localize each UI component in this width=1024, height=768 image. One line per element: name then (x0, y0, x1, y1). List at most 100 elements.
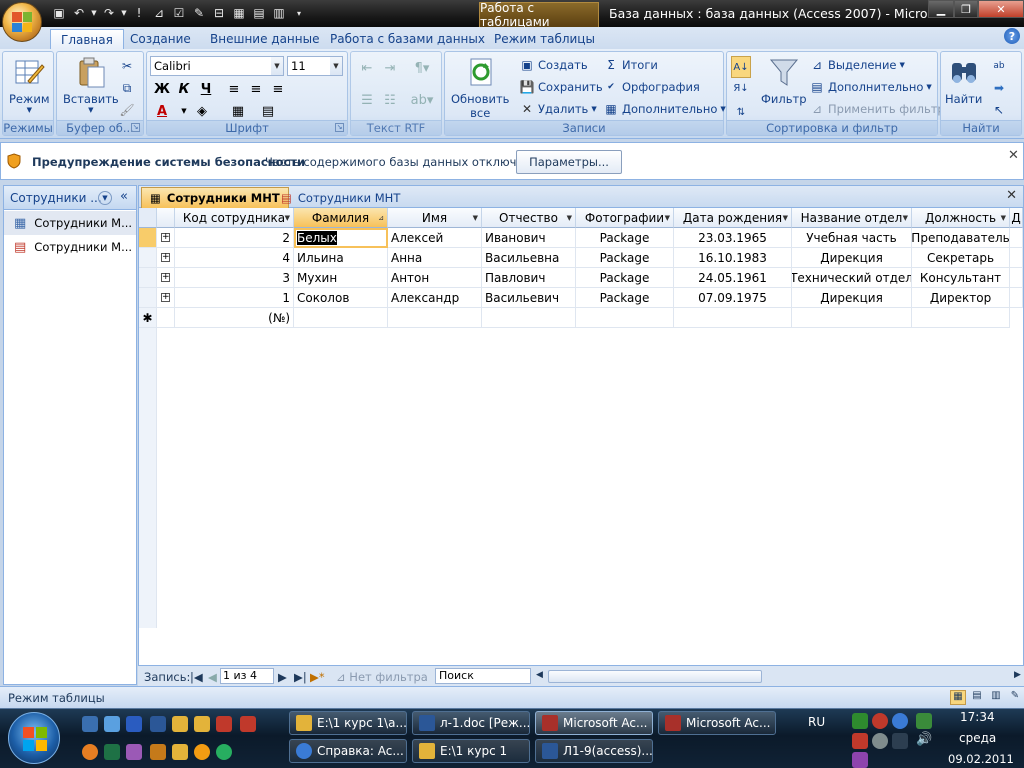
filter-button[interactable]: Фильтр (761, 55, 807, 106)
design-view-icon[interactable]: ✎ (1007, 690, 1023, 705)
column-header[interactable]: Дата рождения ▼ (674, 208, 792, 228)
chevron-down-icon[interactable]: ▼ (473, 214, 478, 222)
media-icon[interactable] (216, 716, 232, 732)
close-button[interactable]: ✕ (978, 0, 1024, 18)
row-selector[interactable] (139, 228, 157, 248)
table-cell[interactable] (792, 308, 912, 328)
increase-indent-icon[interactable]: ⇥ (379, 58, 401, 78)
query-icon[interactable]: ▥ (270, 4, 288, 22)
sort-descending-button[interactable]: Я↓ (731, 80, 751, 96)
font-size-combo[interactable]: 11 ▼ (287, 56, 343, 76)
table-cell[interactable]: Алексей (388, 228, 482, 248)
row-selector[interactable] (139, 248, 157, 268)
selection-button[interactable]: ⊿ Выделение ▼ (809, 57, 905, 73)
table-cell[interactable]: Александр (388, 288, 482, 308)
excel-icon[interactable] (104, 744, 120, 760)
clear-sort-button[interactable]: ⇅ (731, 104, 751, 120)
row-selector[interactable] (139, 268, 157, 288)
table-cell[interactable]: Васильевич (482, 288, 576, 308)
security-options-button[interactable]: Параметры... (516, 150, 622, 174)
word-icon[interactable] (150, 716, 166, 732)
help-icon[interactable]: ? (1004, 28, 1020, 44)
filter-icon[interactable]: ⊿ (150, 4, 168, 22)
checkbox-icon[interactable]: ☑ (170, 4, 188, 22)
table-cell[interactable] (482, 308, 576, 328)
underline-button[interactable]: Ч (195, 79, 217, 99)
switch-windows-icon[interactable] (104, 716, 120, 732)
table-cell[interactable] (1010, 288, 1023, 308)
chevron-down-icon[interactable]: ▼ (665, 214, 670, 222)
expand-icon[interactable]: + (161, 233, 170, 242)
table-cell[interactable]: Преподаватель (912, 228, 1010, 248)
access-icon[interactable] (240, 716, 256, 732)
taskbar-item[interactable]: л-1.doc [Реж... (412, 711, 530, 735)
table-cell[interactable]: Васильевна (482, 248, 576, 268)
nav-item-form[interactable]: ▤ Сотрудники М... (4, 235, 136, 259)
close-icon[interactable]: ✕ (1006, 188, 1017, 203)
clock-time[interactable]: 17:34 (960, 710, 995, 724)
select-all-corner[interactable] (139, 208, 157, 228)
doc-tab-form[interactable]: ▤ Сотрудники МНТ (273, 187, 408, 208)
table-cell[interactable] (388, 308, 482, 328)
table-cell[interactable]: Анна (388, 248, 482, 268)
expand-icon[interactable]: + (161, 273, 170, 282)
design-icon[interactable]: ✎ (190, 4, 208, 22)
select-button[interactable]: ↖ (991, 102, 1007, 118)
cut-button[interactable]: ✂ (119, 58, 135, 74)
expand-icon[interactable]: + (161, 293, 170, 302)
show-desktop-icon[interactable] (82, 716, 98, 732)
find-button[interactable]: Найти (945, 55, 982, 106)
tab-home[interactable]: Главная (50, 29, 124, 49)
table-cell[interactable]: Мухин (294, 268, 388, 288)
column-header[interactable]: Название отдел ▼ (792, 208, 912, 228)
folder-icon[interactable] (194, 716, 210, 732)
bullets-icon[interactable]: ☰ (356, 90, 378, 110)
filter-dropdown-icon[interactable]: ⊿ (378, 214, 384, 222)
collapse-pane-icon[interactable]: « (120, 189, 128, 204)
table-cell[interactable] (576, 308, 674, 328)
expand-cell[interactable]: + (157, 288, 175, 308)
chevron-down-icon[interactable]: ▼ (567, 214, 572, 222)
pivot-table-icon[interactable]: ▤ (969, 690, 985, 705)
column-header[interactable]: Д (1010, 208, 1023, 228)
expand-cell[interactable]: + (157, 268, 175, 288)
pivot-chart-icon[interactable]: ▥ (988, 690, 1004, 705)
table-icon[interactable]: ▦ (230, 4, 248, 22)
tab-external-data[interactable]: Внешние данные (200, 29, 329, 49)
chevron-down-icon[interactable]: ▼ (285, 214, 290, 222)
fill-color-icon[interactable]: ◈ (191, 101, 213, 121)
table-cell[interactable]: 1 (175, 288, 294, 308)
column-header[interactable]: Фамилия ⊿ (294, 208, 388, 228)
table-cell[interactable]: Package (576, 268, 674, 288)
table-cell[interactable]: 24.05.1961 (674, 268, 792, 288)
delete-record-button[interactable]: ✕ Удалить ▼ (519, 101, 597, 117)
new-row-marker[interactable]: (№) (175, 308, 294, 328)
refresh-all-button[interactable]: Обновить все (451, 55, 509, 120)
start-button[interactable] (8, 712, 60, 764)
minimize-button[interactable]: ▁ (928, 0, 954, 18)
table-cell[interactable] (912, 308, 1010, 328)
table-cell[interactable]: Package (576, 248, 674, 268)
table-cell[interactable]: Иванович (482, 228, 576, 248)
clipboard-launcher-icon[interactable]: ↘ (131, 123, 140, 132)
save-icon[interactable]: ▣ (50, 4, 68, 22)
volume-icon[interactable]: 🔊 (916, 732, 932, 747)
ie-icon[interactable] (126, 716, 142, 732)
folder-icon[interactable] (172, 744, 188, 760)
font-launcher-icon[interactable]: ↘ (335, 123, 344, 132)
language-indicator[interactable]: RU (808, 715, 825, 729)
table-cell[interactable]: Package (576, 228, 674, 248)
tray-security-icon[interactable] (852, 733, 868, 749)
apply-filter-button[interactable]: ⊿ Применить фильтр (809, 101, 945, 117)
table-cell[interactable]: 2 (175, 228, 294, 248)
goto-button[interactable]: ➡ (991, 80, 1007, 96)
table-cell[interactable]: Ильина (294, 248, 388, 268)
horizontal-scrollbar-thumb[interactable] (548, 670, 762, 683)
decrease-indent-icon[interactable]: ⇤ (356, 58, 378, 78)
taskbar-item[interactable]: E:\1 курс 1\а... (289, 711, 407, 735)
taskbar-item[interactable]: Справка: Ac... (289, 739, 407, 763)
chevron-down-icon[interactable]: ▼ (903, 214, 908, 222)
tray-app-icon[interactable] (852, 752, 868, 768)
paragraph-direction-icon[interactable]: ¶▾ (407, 58, 437, 78)
column-header[interactable]: Фотографии ▼ (576, 208, 674, 228)
